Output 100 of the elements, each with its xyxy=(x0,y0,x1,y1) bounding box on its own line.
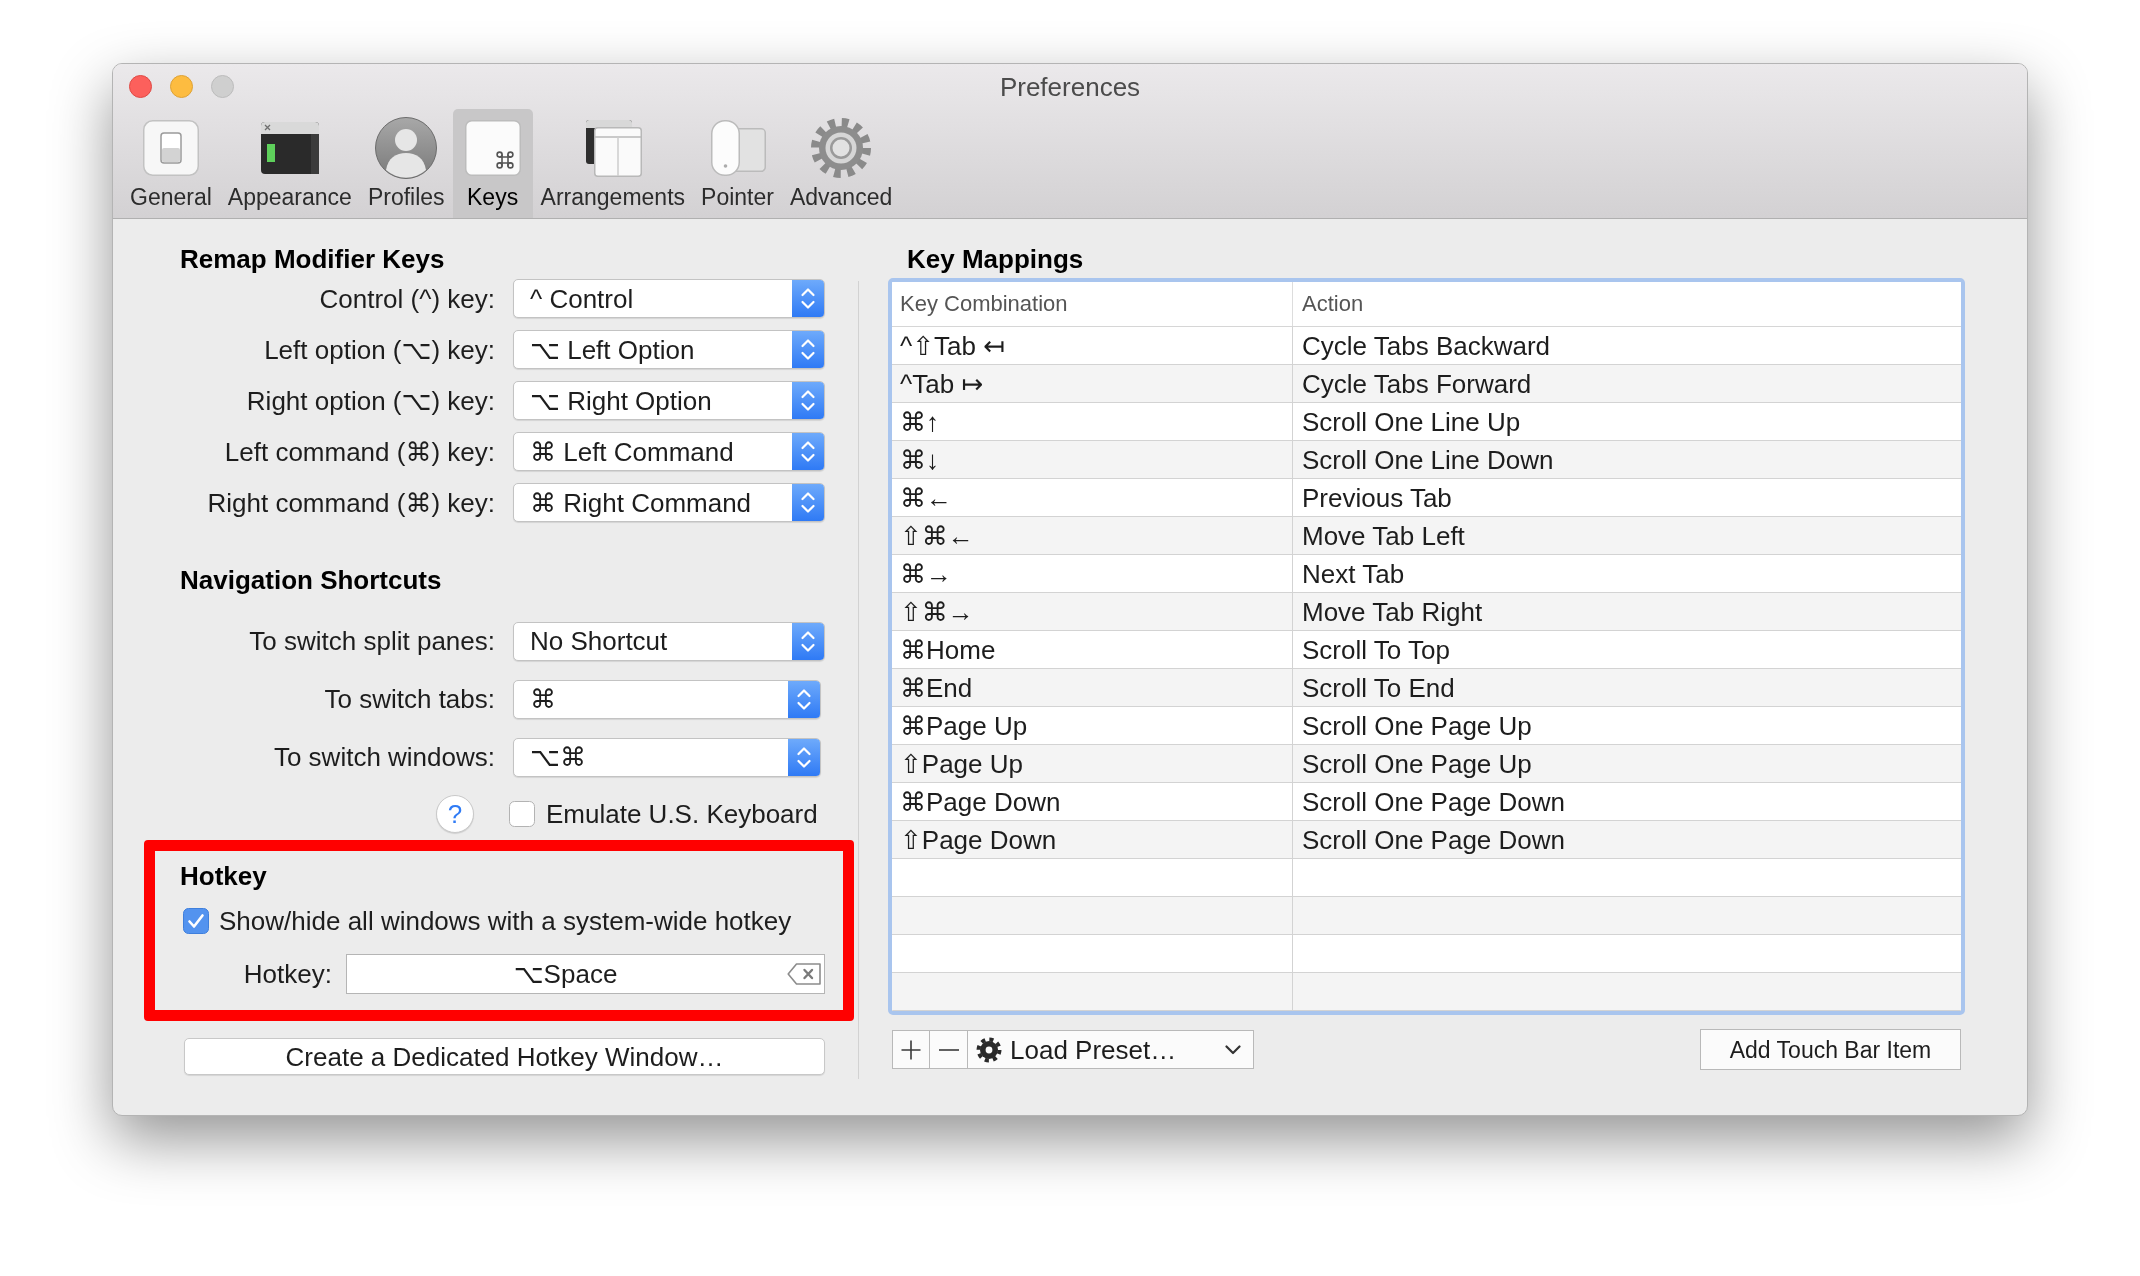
column-header[interactable]: Key Combination xyxy=(892,282,1293,326)
table-cell: ⌘← xyxy=(892,479,1293,516)
table-cell-text: Scroll To Top xyxy=(1301,633,1451,667)
checkbox-label[interactable]: Emulate U.S. Keyboard xyxy=(546,798,818,830)
table-row[interactable]: ⇧⌘→ Move Tab Right xyxy=(892,593,1961,631)
toolbar-tab[interactable]: Keys xyxy=(452,109,533,218)
table-cell-text: Cycle Tabs Forward xyxy=(1301,367,1533,401)
popup-button[interactable]: ⌥⌘ xyxy=(513,737,821,777)
gear-icon xyxy=(976,1036,1002,1063)
clear-icon[interactable] xyxy=(787,963,821,985)
up-down-chevron-icon xyxy=(792,433,824,470)
table-cell-text: Scroll One Page Down xyxy=(1301,823,1567,857)
create-hotkey-window-button[interactable]: Create a Dedicated Hotkey Window… xyxy=(184,1038,825,1075)
table-cell: ⌘→ xyxy=(892,555,1293,592)
toolbar-tab[interactable]: Advanced xyxy=(781,109,901,218)
column-header[interactable]: Action xyxy=(1293,282,1961,326)
popup-button[interactable]: ⌥ Left Option xyxy=(513,330,825,369)
field-label: Hotkey: xyxy=(243,958,332,990)
table-row[interactable]: ⌘Page Up Scroll One Page Up xyxy=(892,707,1961,745)
field-label: Right command (⌘) key: xyxy=(207,486,495,519)
table-row[interactable]: ⇧Page Up Scroll One Page Up xyxy=(892,745,1961,783)
toolbar-tab[interactable]: Profiles xyxy=(359,109,453,218)
person-silhouette-icon xyxy=(374,116,439,180)
close-button[interactable] xyxy=(129,75,152,98)
table-row[interactable]: ⌘↓ Scroll One Line Down xyxy=(892,441,1961,479)
popup-button[interactable]: ⌥ Right Option xyxy=(513,381,825,420)
table-cell: ⌘Home xyxy=(892,631,1293,668)
up-down-chevron-icon xyxy=(788,680,820,718)
table-cell: ^⇧Tab ↤ xyxy=(892,327,1293,364)
table-row[interactable]: ⇧⌘← Move Tab Left xyxy=(892,517,1961,555)
table-cell: ⇧Page Up xyxy=(892,745,1293,782)
field-label: Left command (⌘) key: xyxy=(224,435,495,468)
table-cell-text: Move Tab Left xyxy=(1301,519,1466,553)
table-cell-text: Previous Tab xyxy=(1301,481,1453,515)
toolbar-tab[interactable]: Appearance xyxy=(219,109,360,218)
table-cell-text: Scroll One Line Up xyxy=(1301,405,1522,439)
field-label: Left option (⌥) key: xyxy=(264,333,495,366)
table-cell: ⌘End xyxy=(892,669,1293,706)
minus-icon xyxy=(938,1048,959,1051)
toolbar-tab[interactable]: Pointer xyxy=(693,109,782,218)
field-label: To switch split panes: xyxy=(249,625,495,657)
table-row[interactable]: ^⇧Tab ↤ Cycle Tabs Backward xyxy=(892,327,1961,365)
up-down-chevron-icon xyxy=(792,382,824,419)
popup-button[interactable]: ⌘ Left Command xyxy=(513,432,825,471)
help-button[interactable]: ? xyxy=(436,795,474,833)
up-down-chevron-icon xyxy=(792,622,824,660)
hotkey-field[interactable]: ⌥Space xyxy=(346,954,825,994)
toolbar-tab[interactable]: Arrangements xyxy=(532,109,694,218)
window-title: Preferences xyxy=(999,70,1141,103)
gear-icon xyxy=(809,116,874,180)
table-row[interactable]: ^Tab ↦ Cycle Tabs Forward xyxy=(892,365,1961,403)
table-cell-text: Scroll To End xyxy=(1301,671,1456,705)
add-touch-bar-item-button[interactable]: Add Touch Bar Item xyxy=(1700,1029,1961,1070)
table-row[interactable]: ⇧Page Down Scroll One Page Down xyxy=(892,821,1961,859)
table-row[interactable]: ⌘Home Scroll To Top xyxy=(892,631,1961,669)
field-label: Control (^) key: xyxy=(319,282,495,315)
table-cell: ⌘↓ xyxy=(892,441,1293,478)
section-heading: Hotkey xyxy=(180,860,267,892)
table-cell-text: Next Tab xyxy=(1301,557,1406,591)
table-cell: ⌘↑ xyxy=(892,403,1293,440)
popup-button[interactable]: ⌘ Right Command xyxy=(513,483,825,522)
remove-button[interactable] xyxy=(929,1030,968,1069)
field-label: Right option (⌥) key: xyxy=(246,384,495,417)
toolbar-tab[interactable]: General xyxy=(122,109,220,218)
load-preset-button[interactable]: Load Preset… xyxy=(967,1030,1254,1069)
table-row[interactable]: ⌘↑ Scroll One Line Up xyxy=(892,403,1961,441)
up-down-chevron-icon xyxy=(792,484,824,521)
up-down-chevron-icon xyxy=(792,280,824,317)
table-cell-text: Cycle Tabs Backward xyxy=(1301,329,1552,363)
plus-icon xyxy=(901,1039,921,1060)
add-button[interactable] xyxy=(892,1030,930,1069)
popup-button[interactable]: ^ Control xyxy=(513,279,825,318)
table-cell-text: Scroll One Page Down xyxy=(1301,785,1567,819)
table-cell-text: Scroll One Line Down xyxy=(1301,443,1555,477)
table-cell: ⌘Page Down xyxy=(892,783,1293,820)
table-row[interactable]: ⌘Page Down Scroll One Page Down xyxy=(892,783,1961,821)
section-heading: Key Mappings xyxy=(907,243,1084,275)
table-cell: ⇧⌘← xyxy=(892,517,1293,554)
field-label: To switch windows: xyxy=(273,741,495,773)
popup-button[interactable]: No Shortcut xyxy=(513,621,825,661)
section-heading: Navigation Shortcuts xyxy=(180,564,442,596)
up-down-chevron-icon xyxy=(792,331,824,368)
table-cell: ⇧Page Down xyxy=(892,821,1293,858)
table-row[interactable]: ⌘End Scroll To End xyxy=(892,669,1961,707)
checkbox[interactable] xyxy=(183,908,209,934)
up-down-chevron-icon xyxy=(788,738,820,776)
chevron-down-icon xyxy=(1225,1044,1241,1055)
field-label: To switch tabs: xyxy=(324,683,495,715)
table-cell-text: Move Tab Right xyxy=(1301,595,1484,629)
table-cell: ⌘Page Up xyxy=(892,707,1293,744)
section-heading: Remap Modifier Keys xyxy=(180,243,445,275)
table-cell: ⇧⌘→ xyxy=(892,593,1293,630)
checkbox-label[interactable]: Show/hide all windows with a system-wide hotkey xyxy=(219,905,792,937)
table-cell: ^Tab ↦ xyxy=(892,365,1293,402)
table-cell-text: Scroll One Page Up xyxy=(1301,709,1533,743)
table-cell-text: Scroll One Page Up xyxy=(1301,747,1533,781)
popup-button[interactable]: ⌘ xyxy=(513,679,821,719)
checkbox[interactable] xyxy=(509,801,535,827)
table-row[interactable]: ⌘← Previous Tab xyxy=(892,479,1961,517)
table-row[interactable]: ⌘→ Next Tab xyxy=(892,555,1961,593)
